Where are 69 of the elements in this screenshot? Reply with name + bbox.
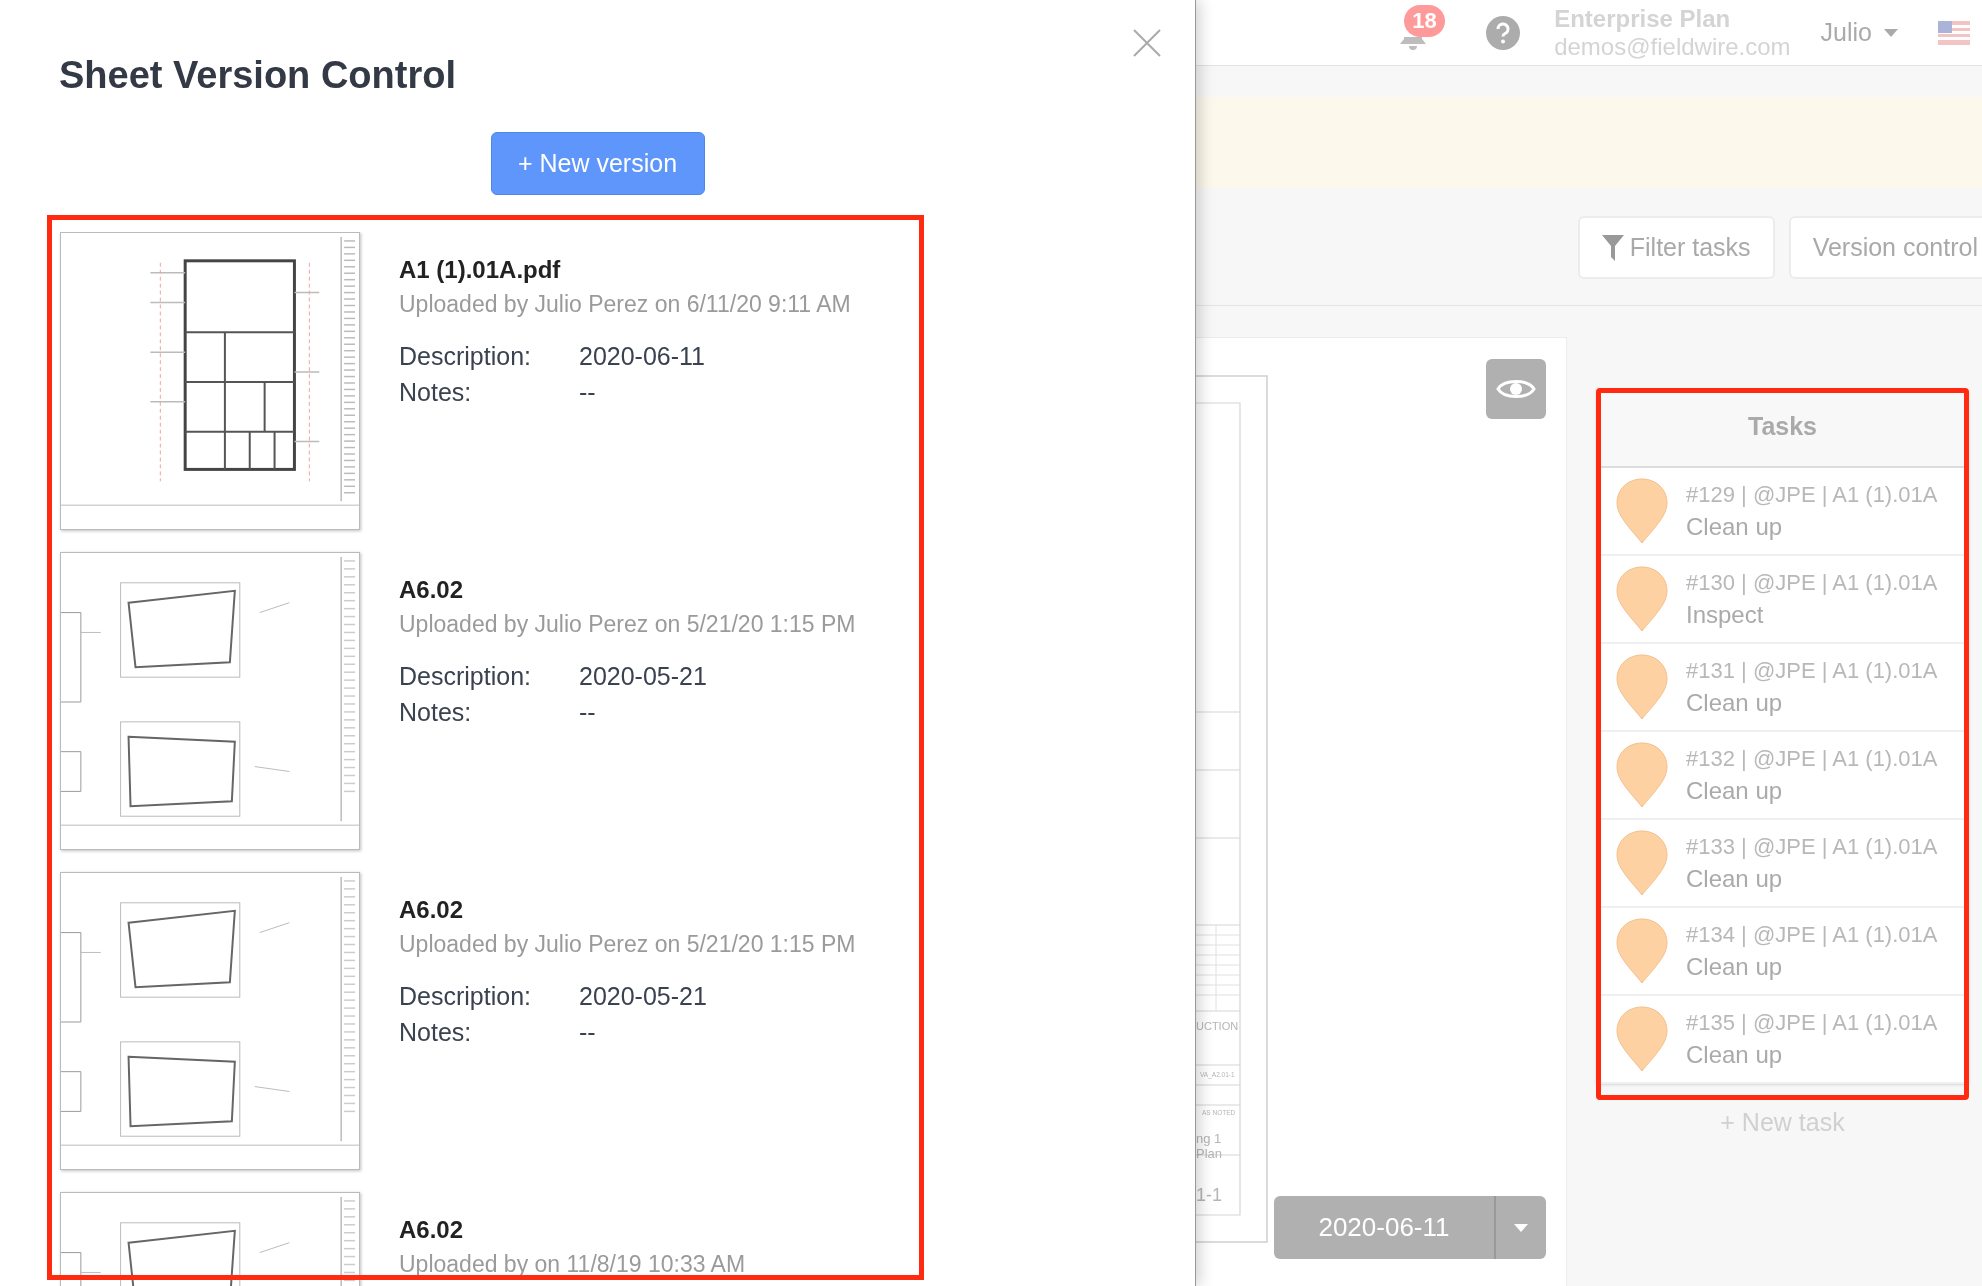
- notes-value: --: [579, 697, 597, 728]
- floor-plan-thumbnail[interactable]: [60, 232, 360, 530]
- version-name: A6.02: [399, 1215, 465, 1245]
- pin-icon: [1616, 830, 1668, 896]
- new-version-button[interactable]: + New version: [490, 132, 705, 195]
- pin-icon: [1616, 1006, 1668, 1072]
- task-row[interactable]: #135 | @JPE | A1 (1).01A Clean up: [1596, 996, 1969, 1084]
- task-meta: #133 | @JPE | A1 (1).01A: [1686, 833, 1938, 861]
- pin-icon: [1616, 566, 1668, 632]
- upload-info: Uploaded by Julio Perez on 6/11/20 9:11 AM: [399, 290, 851, 319]
- sheet-label: Plan: [1196, 1146, 1223, 1161]
- task-row[interactable]: #133 | @JPE | A1 (1).01A Clean up: [1596, 820, 1969, 908]
- sheet-label: 1-1: [1196, 1185, 1222, 1205]
- task-title: Clean up: [1686, 952, 1784, 982]
- task-meta: #129 | @JPE | A1 (1).01A: [1686, 481, 1938, 509]
- notes-value: --: [579, 1017, 597, 1048]
- filter-tasks-button[interactable]: Filter tasks: [1577, 216, 1775, 279]
- task-title: Clean up: [1686, 864, 1784, 894]
- field-label: Notes:: [399, 697, 473, 728]
- pin-icon: [1616, 742, 1668, 808]
- field-label: Description:: [399, 341, 532, 372]
- task-title: Clean up: [1686, 1040, 1784, 1070]
- field-label: Notes:: [399, 1017, 473, 1048]
- task-row[interactable]: #132 | @JPE | A1 (1).01A Clean up: [1596, 732, 1969, 820]
- task-meta: #130 | @JPE | A1 (1).01A: [1686, 569, 1938, 597]
- task-title: Clean up: [1686, 512, 1784, 542]
- version-control-button[interactable]: Version control: [1788, 216, 1982, 279]
- task-row[interactable]: #130 | @JPE | A1 (1).01A Inspect: [1596, 556, 1969, 644]
- task-meta: #131 | @JPE | A1 (1).01A: [1686, 657, 1938, 685]
- task-meta: #134 | @JPE | A1 (1).01A: [1686, 921, 1938, 949]
- view-button[interactable]: [1486, 359, 1546, 419]
- version-name: A1 (1).01A.pdf: [399, 255, 562, 285]
- dialog-title: Sheet Version Control: [58, 53, 457, 98]
- pin-icon: [1616, 654, 1668, 720]
- version-name: A6.02: [399, 575, 465, 605]
- sheet-thumbnail[interactable]: [60, 872, 360, 1170]
- user-menu[interactable]: Julio: [1820, 13, 1898, 52]
- upload-info: Uploaded by Julio Perez on 5/21/20 1:15 PM: [399, 610, 856, 639]
- task-meta: #135 | @JPE | A1 (1).01A: [1686, 1009, 1938, 1037]
- task-row[interactable]: #131 | @JPE | A1 (1).01A Clean up: [1596, 644, 1969, 732]
- task-meta: #132 | @JPE | A1 (1).01A: [1686, 745, 1938, 773]
- task-row[interactable]: #129 | @JPE | A1 (1).01A Clean up: [1596, 468, 1969, 556]
- description-value: 2020-05-21: [579, 981, 708, 1012]
- pin-icon: [1616, 478, 1668, 544]
- upload-info: Uploaded by Julio Perez on 5/21/20 1:15 PM: [399, 930, 856, 959]
- version-name: A6.02: [399, 895, 465, 925]
- task-title: Clean up: [1686, 776, 1784, 806]
- tasks-heading: Tasks: [1748, 411, 1817, 443]
- flag-icon[interactable]: [1938, 20, 1970, 45]
- field-label: Description:: [399, 661, 532, 692]
- sheet-label: UCTION: [1196, 1020, 1239, 1032]
- field-label: Notes:: [399, 377, 473, 408]
- description-value: 2020-05-21: [579, 661, 708, 692]
- upload-info: Uploaded by on 11/8/19 10:33 AM: [399, 1250, 746, 1279]
- sheet-label: ng 1: [1196, 1131, 1222, 1146]
- notes-value: --: [579, 377, 597, 408]
- sheet-thumbnail[interactable]: [60, 552, 360, 850]
- close-icon[interactable]: [1132, 28, 1162, 58]
- pin-icon: [1616, 918, 1668, 984]
- field-label: Description:: [399, 981, 532, 1012]
- help-icon[interactable]: [1486, 15, 1521, 50]
- notification-badge: 18: [1404, 4, 1445, 37]
- task-title: Inspect: [1686, 600, 1765, 630]
- task-title: Clean up: [1686, 688, 1784, 718]
- task-row[interactable]: #134 | @JPE | A1 (1).01A Clean up: [1596, 908, 1969, 996]
- description-value: 2020-06-11: [579, 341, 707, 372]
- caret-icon[interactable]: [1514, 1223, 1528, 1232]
- filter-icon: [1601, 234, 1624, 261]
- caret-icon: [1884, 28, 1898, 37]
